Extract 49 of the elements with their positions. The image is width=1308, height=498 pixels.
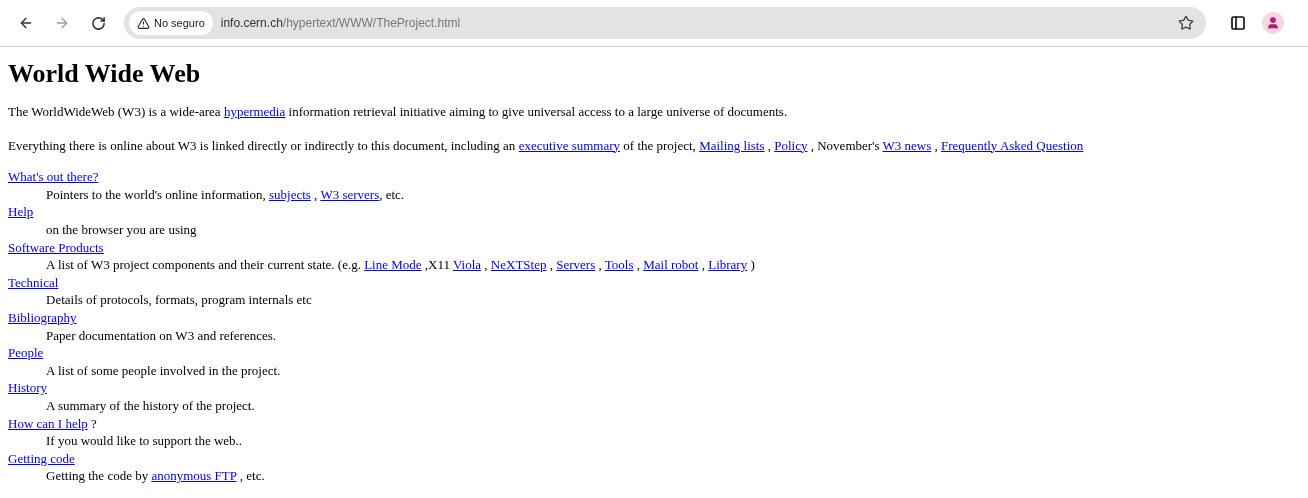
link[interactable]: hypermedia [223, 104, 286, 119]
link[interactable]: Technical [8, 274, 59, 290]
link[interactable]: How can I help [8, 415, 88, 431]
link[interactable]: Getting code [8, 450, 75, 466]
warning-icon [137, 16, 150, 30]
paragraph: Everything there is online about W3 is linked directly or indirectly to this document, including an executive summary of the project, Mailing lists , Policy , November's W3 news , Frequently Asked Question [8, 137, 1084, 153]
entry-description: A summary of the history of the project. [46, 397, 255, 413]
url-host: info.cern.ch [220, 15, 283, 32]
link[interactable]: Bibliography [8, 309, 77, 325]
paragraph: The WorldWideWeb (W3) is a wide-area hypermedia information retrieval initiative aiming to give universal access to a large universe of documents. [8, 104, 788, 119]
link[interactable]: Help [8, 204, 34, 220]
back-icon [18, 15, 34, 31]
link[interactable]: Mailing lists [699, 137, 765, 153]
link[interactable]: People [8, 345, 44, 361]
link[interactable]: Frequently Asked Question [941, 137, 1084, 153]
entry-description: A list of some people involved in the project. [46, 362, 281, 378]
link[interactable]: W3 news [882, 137, 932, 153]
page-heading: World Wide Web [8, 59, 201, 89]
entry-description: Details of protocols, formats, program internals etc [46, 292, 312, 308]
link[interactable]: Viola [453, 257, 482, 273]
link[interactable]: What's out there? [8, 169, 99, 185]
link[interactable]: Tools [604, 257, 634, 273]
url-path: /hypertext/WWW/TheProject.html [282, 15, 461, 32]
link[interactable]: anonymous FTP [151, 468, 237, 484]
entry-description: Paper documentation on W3 and references. [46, 327, 277, 343]
link[interactable]: Policy [774, 137, 808, 153]
link[interactable]: Servers [556, 257, 596, 273]
entry-description: Getting the code by anonymous FTP , etc. [46, 468, 265, 484]
entry-description: A list of W3 project components and their current state. (e.g. Line Mode ,X11 Viola , NeXTStep , Servers , Tools , Mail robot , Library ) [46, 257, 755, 273]
link[interactable]: Software Products [8, 239, 104, 255]
entry-description: Pointers to the world's online information, subjects , W3 servers, etc. [46, 186, 405, 202]
link[interactable]: History [8, 380, 47, 396]
entry-term: How can I help ? [8, 415, 97, 431]
person-icon [1266, 16, 1280, 30]
bookmark-star-icon[interactable] [1178, 15, 1194, 31]
link[interactable]: NeXTStep [490, 257, 547, 273]
link[interactable]: executive summary [518, 137, 621, 153]
link[interactable]: Mail robot [643, 257, 699, 273]
security-chip[interactable]: No seguro [129, 11, 213, 35]
address-bar[interactable]: No seguro info.cern.ch/hypertext/WWW/TheProject.html [124, 7, 1206, 39]
link[interactable]: Library [708, 257, 748, 273]
profile-avatar[interactable] [1262, 12, 1284, 34]
forward-icon [54, 15, 70, 31]
entry-description: on the browser you are using [46, 221, 197, 237]
link[interactable]: subjects [268, 186, 311, 202]
side-panel-icon [1230, 15, 1246, 31]
entry-description: If you would like to support the web.. [46, 433, 243, 449]
reload-icon [90, 15, 106, 31]
link[interactable]: Line Mode [364, 257, 422, 273]
